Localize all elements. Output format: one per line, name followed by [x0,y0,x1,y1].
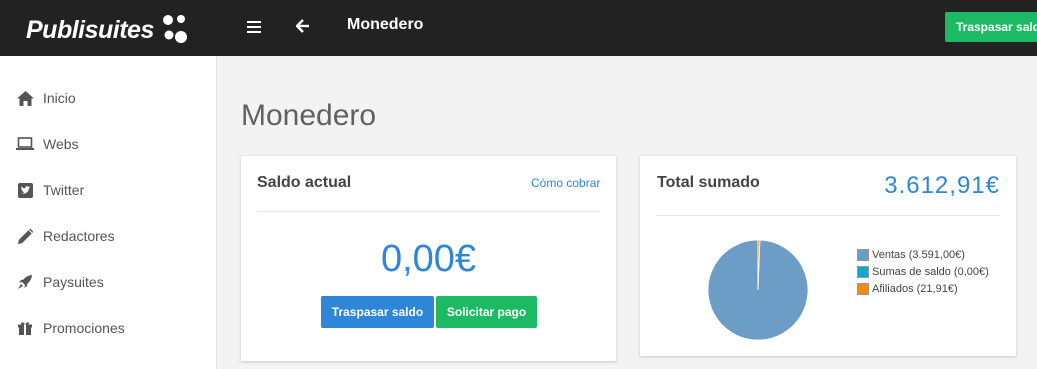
pie-legend: Ventas (3.591,00€) Sumas de saldo (0,00€… [857,246,989,297]
how-to-collect-link[interactable]: Cómo cobrar [531,176,600,190]
logo-mark-icon [162,15,187,43]
current-balance-card: Saldo actual Cómo cobrar 0,00€ Traspasar… [241,156,616,361]
sidebar: Inicio Webs Twitter Redactores Paysuites… [0,56,217,369]
transfer-balance-header-button[interactable]: Traspasar saldo [945,12,1037,42]
rocket-icon [16,273,34,291]
request-payment-button[interactable]: Solicitar pago [436,296,537,328]
sidebar-item-label: Redactores [43,228,115,244]
top-bar: Publisuites Monedero Traspasar saldo [0,0,1037,56]
legend-label: Afiliados (21,91€) [872,282,958,295]
gift-icon [16,319,34,337]
laptop-icon [16,135,34,153]
legend-label: Ventas (3.591,00€) [872,248,965,261]
sidebar-item-webs[interactable]: Webs [0,124,216,164]
page-title: Monedero [241,99,377,132]
sidebar-item-label: Paysuites [43,274,104,290]
card-divider [257,211,600,212]
legend-swatch [857,265,869,278]
pencil-icon [16,227,34,245]
sidebar-item-label: Promociones [43,320,125,336]
menu-icon[interactable] [243,16,265,38]
total-added-title: Total sumado [657,174,760,191]
total-added-amount: 3.612,91€ [884,172,1000,199]
home-icon [16,89,34,107]
sidebar-item-label: Twitter [43,182,85,198]
legend-item-ventas: Ventas (3.591,00€) [857,246,989,263]
legend-label: Sumas de saldo (0,00€) [872,265,989,278]
legend-swatch [857,248,869,261]
sidebar-item-paysuites[interactable]: Paysuites [0,262,216,302]
logo-text: Publisuites [26,15,154,44]
sidebar-item-inicio[interactable]: Inicio [0,78,216,118]
sidebar-item-redactores[interactable]: Redactores [0,216,216,256]
card-divider [656,215,1000,216]
header-title: Monedero [347,16,424,33]
sidebar-item-label: Webs [43,136,79,152]
earnings-pie-chart [708,240,808,340]
legend-item-sumas-de-saldo: Sumas de saldo (0,00€) [857,263,989,280]
twitter-icon [16,181,34,199]
total-added-card: Total sumado 3.612,91€ Ventas (3.591,00€… [640,156,1016,356]
sidebar-item-label: Inicio [43,90,76,106]
publisuites-logo[interactable]: Publisuites [26,13,190,47]
sidebar-item-twitter[interactable]: Twitter [0,170,216,210]
current-balance-title: Saldo actual [257,174,352,191]
current-balance-amount: 0,00€ [380,238,477,280]
legend-item-afiliados: Afiliados (21,91€) [857,280,989,297]
sidebar-item-promociones[interactable]: Promociones [0,308,216,348]
back-arrow-icon[interactable] [292,15,314,37]
transfer-balance-button[interactable]: Traspasar saldo [321,296,434,328]
legend-swatch [857,282,869,295]
